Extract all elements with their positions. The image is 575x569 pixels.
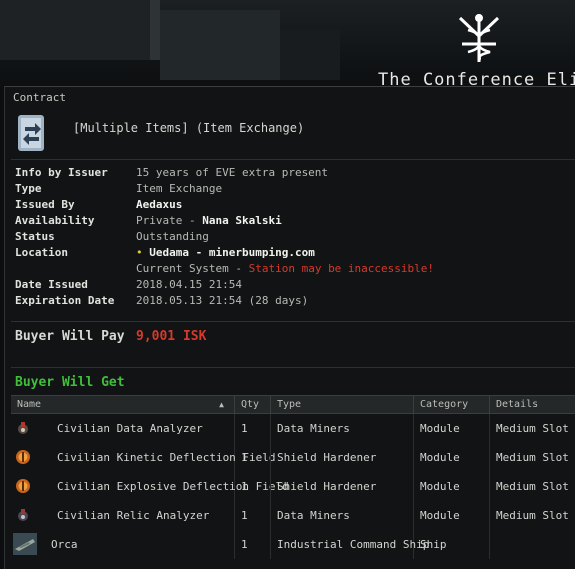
- window-title: Contract: [13, 91, 66, 104]
- contract-window: Contract [Multiple Items] (Item Exchange…: [4, 86, 575, 569]
- item-details: Medium Slot: [496, 509, 569, 522]
- issued-by-label: Issued By: [15, 198, 75, 211]
- location-label: Location: [15, 246, 68, 259]
- table-row[interactable]: Civilian Relic Analyzer 1 Data Miners Mo…: [11, 501, 575, 530]
- item-details: Medium Slot: [496, 480, 569, 493]
- item-category: Module: [414, 414, 490, 443]
- column-header-qty[interactable]: Qty: [235, 396, 271, 413]
- column-header-details[interactable]: Details: [490, 396, 575, 413]
- table-row[interactable]: Orca 1 Industrial Command Ship Ship: [11, 530, 575, 559]
- item-type: Shield Hardener: [271, 472, 414, 501]
- table-row[interactable]: Civilian Data Analyzer 1 Data Miners Mod…: [11, 414, 575, 443]
- item-type: Shield Hardener: [271, 443, 414, 472]
- item-qty: 1: [235, 472, 271, 501]
- info-by-issuer-label: Info by Issuer: [15, 166, 108, 179]
- shield-hardener-icon: [16, 450, 30, 464]
- item-details: Medium Slot: [496, 451, 569, 464]
- item-qty: 1: [235, 443, 271, 472]
- expiration-label: Expiration Date: [15, 294, 115, 307]
- current-system-prefix: Current System -: [136, 262, 249, 275]
- contract-scroll-icon: [18, 115, 44, 151]
- background-scene: The Conference Elite: [0, 0, 575, 90]
- type-value: Item Exchange: [136, 182, 223, 195]
- shield-hardener-icon: [16, 479, 30, 493]
- item-name: Civilian Relic Analyzer: [57, 509, 210, 522]
- item-category: Module: [414, 443, 490, 472]
- item-name: Orca: [51, 538, 78, 551]
- availability-name-link[interactable]: Nana Skalski: [202, 214, 281, 227]
- items-table: Name ▲ Qty Type Category Details Civilia…: [11, 395, 575, 559]
- buyer-will-pay-label: Buyer Will Pay: [15, 329, 125, 344]
- item-details: Medium Slot: [496, 422, 569, 435]
- expiration-value: 2018.05.13 21:54 (28 days): [136, 294, 309, 307]
- orca-ship-icon: [13, 533, 37, 555]
- type-label: Type: [15, 182, 42, 195]
- item-qty: 1: [235, 501, 271, 530]
- station-warning: Station may be inaccessible!: [248, 262, 435, 275]
- date-issued-label: Date Issued: [15, 278, 88, 291]
- item-type: Data Miners: [271, 501, 414, 530]
- location-link[interactable]: Uedama - minerbumping.com: [149, 246, 315, 259]
- info-by-issuer-value: 15 years of EVE extra present: [136, 166, 329, 179]
- item-type: Industrial Command Ship: [271, 530, 429, 559]
- divider: [11, 367, 575, 368]
- contract-name: [Multiple Items] (Item Exchange): [73, 121, 305, 135]
- date-issued-value: 2018.04.15 21:54: [136, 278, 242, 291]
- buyer-will-pay-value: 9,001 ISK: [136, 329, 207, 344]
- table-row[interactable]: Civilian Kinetic Deflection Field 1 Shie…: [11, 443, 575, 472]
- status-value: Outstanding: [136, 230, 209, 243]
- issuer-link[interactable]: Aedaxus: [136, 198, 182, 211]
- table-header: Name ▲ Qty Type Category Details: [11, 395, 575, 414]
- sort-ascending-icon: ▲: [219, 400, 224, 409]
- availability-prefix: Private -: [136, 214, 203, 227]
- data-analyzer-icon: [18, 422, 28, 434]
- relic-analyzer-icon: [18, 509, 28, 521]
- status-label: Status: [15, 230, 55, 243]
- item-name: Civilian Data Analyzer: [57, 422, 203, 435]
- column-header-type[interactable]: Type: [271, 396, 414, 413]
- table-row[interactable]: Civilian Explosive Deflection Field 1 Sh…: [11, 472, 575, 501]
- item-type: Data Miners: [271, 414, 414, 443]
- availability-label: Availability: [15, 214, 95, 227]
- security-status-dot-icon: •: [136, 246, 143, 259]
- item-details: [490, 530, 575, 559]
- caduceus-logo-icon: [458, 14, 500, 62]
- divider: [11, 321, 575, 322]
- item-qty: 1: [235, 530, 271, 559]
- item-qty: 1: [235, 414, 271, 443]
- divider: [11, 159, 575, 160]
- buyer-will-get-label: Buyer Will Get: [15, 375, 125, 390]
- item-category: Module: [414, 472, 490, 501]
- item-category: Module: [414, 501, 490, 530]
- column-header-name[interactable]: Name ▲: [11, 396, 235, 413]
- column-header-category[interactable]: Category: [414, 396, 490, 413]
- item-category: Ship: [414, 530, 490, 559]
